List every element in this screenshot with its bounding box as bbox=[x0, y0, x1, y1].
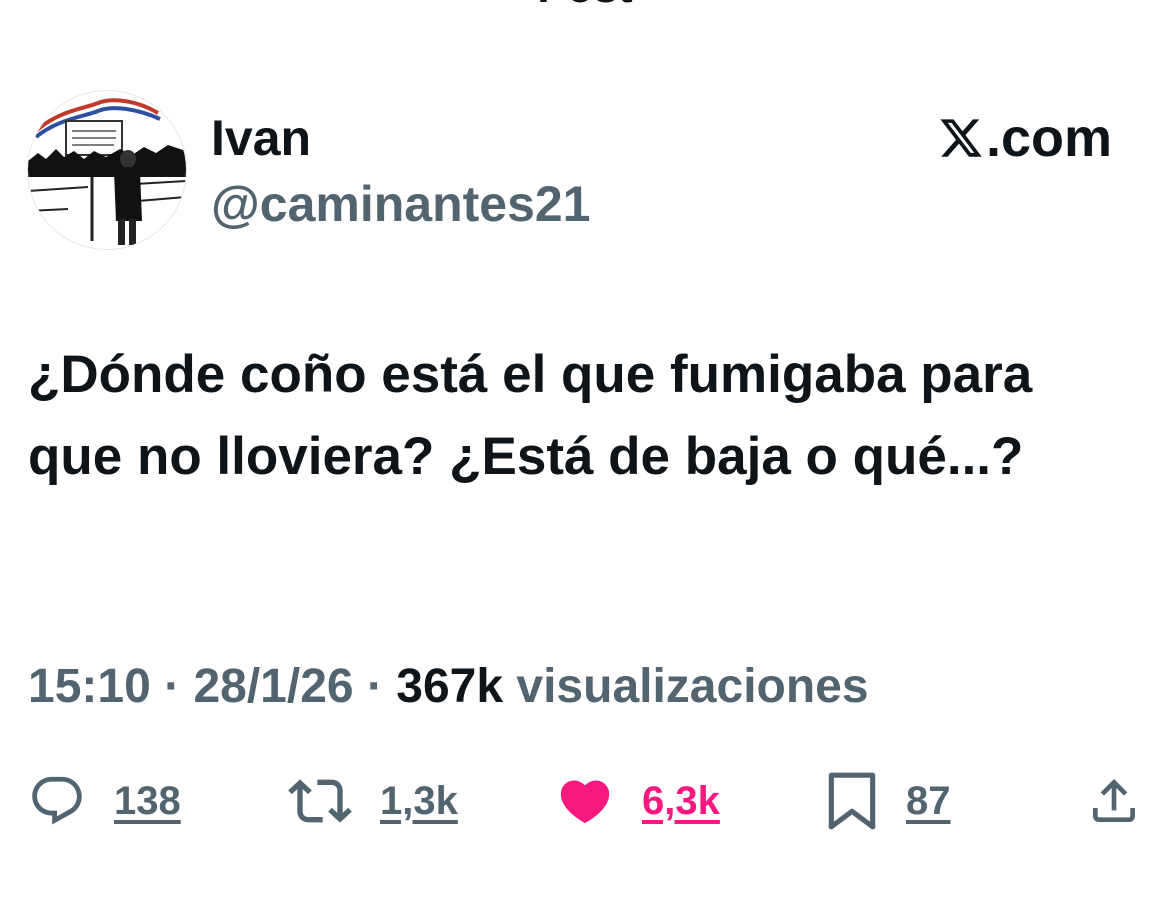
share-icon bbox=[1093, 779, 1135, 822]
heart-icon bbox=[560, 780, 610, 824]
avatar[interactable] bbox=[27, 90, 187, 250]
tweet-time[interactable]: 15:10 bbox=[28, 660, 151, 713]
author-name[interactable]: Ivan bbox=[211, 108, 311, 168]
reply-button[interactable]: 138 bbox=[28, 766, 181, 836]
x-logo: .com bbox=[938, 108, 1112, 168]
repost-button[interactable]: 1,3k bbox=[288, 766, 458, 836]
post-page: Post Ivan @caminantes21 bbox=[0, 0, 1170, 922]
repost-count[interactable]: 1,3k bbox=[380, 779, 458, 824]
bookmark-button[interactable]: 87 bbox=[826, 766, 951, 836]
like-button[interactable]: 6,3k bbox=[556, 766, 720, 836]
like-count[interactable]: 6,3k bbox=[642, 779, 720, 824]
top-header: Post bbox=[0, 0, 1170, 10]
tweet-date[interactable]: 28/1/26 bbox=[193, 660, 353, 713]
views-label: visualizaciones bbox=[516, 660, 869, 713]
bookmark-count[interactable]: 87 bbox=[906, 779, 951, 824]
share-button[interactable] bbox=[1086, 766, 1142, 836]
action-bar: 138 1,3k 6,3k 87 bbox=[0, 766, 1170, 836]
x-logo-icon bbox=[940, 119, 982, 157]
tweet-meta: 15:10 · 28/1/26 · 367k visualizaciones bbox=[28, 655, 869, 719]
reply-count[interactable]: 138 bbox=[114, 779, 181, 824]
meta-separator: · bbox=[164, 660, 181, 713]
bookmark-icon bbox=[828, 772, 876, 830]
tweet-text: ¿Dónde coño está el que fumigaba para qu… bbox=[28, 345, 1033, 486]
views-count: 367k bbox=[396, 660, 504, 713]
avatar-illustration bbox=[28, 91, 186, 249]
author-handle[interactable]: @caminantes21 bbox=[211, 174, 591, 234]
x-domain-text: .com bbox=[985, 108, 1112, 168]
reply-icon bbox=[32, 776, 82, 825]
repost-icon bbox=[288, 779, 352, 823]
meta-separator: · bbox=[366, 660, 383, 713]
header-title: Post bbox=[0, 0, 1170, 10]
